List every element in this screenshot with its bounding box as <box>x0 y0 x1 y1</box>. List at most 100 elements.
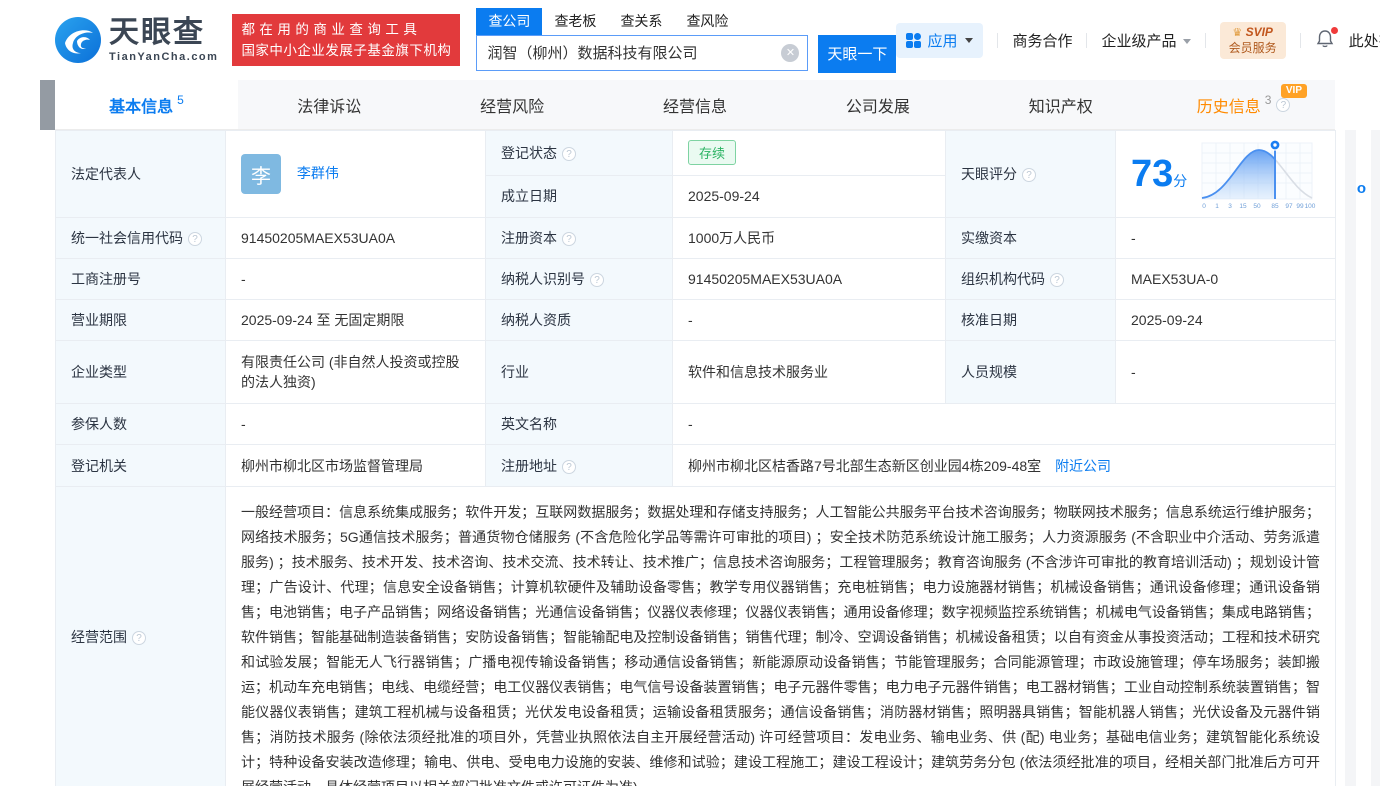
right-edge-widget <box>1345 130 1356 786</box>
tab-company-development[interactable]: 公司发展 <box>786 80 969 129</box>
company-type-cell: 有限责任公司 (非自然人投资或控股的法人独资) <box>226 341 486 404</box>
nearby-companies-link[interactable]: 附近公司 <box>1055 458 1111 474</box>
registered-capital-cell: 1000万人民币 <box>673 218 946 259</box>
svg-text:50: 50 <box>1254 203 1262 210</box>
svip-sublabel: 会员服务 <box>1229 41 1277 56</box>
help-icon[interactable]: ? <box>1050 273 1064 287</box>
tab-intellectual-property[interactable]: 知识产权 <box>969 80 1152 129</box>
organization-code-cell: MAEX53UA-0 <box>1116 259 1336 300</box>
help-icon[interactable]: ? <box>188 232 202 246</box>
tab-label: 经营信息 <box>663 93 727 117</box>
label-organization-code: 组织机构代码? <box>946 259 1116 300</box>
divider <box>1300 33 1301 48</box>
help-icon[interactable]: ? <box>1022 168 1036 182</box>
label-registered-capital: 注册资本? <box>486 218 673 259</box>
help-icon[interactable]: ? <box>590 273 604 287</box>
staff-size-cell: - <box>1116 341 1336 404</box>
floating-widget-badge[interactable]: o <box>1357 180 1366 197</box>
search-tab-relation[interactable]: 查关系 <box>608 8 674 35</box>
taxpayer-qualification-cell: - <box>673 300 946 341</box>
crown-icon: ♛ <box>1232 27 1242 39</box>
svg-text:0: 0 <box>1202 203 1206 210</box>
search-button[interactable]: 天眼一下 <box>818 35 896 73</box>
label-establish-date: 成立日期 <box>486 175 673 217</box>
registered-address-cell: 柳州市柳北区桔香路7号北部生态新区创业园4栋209-48室 附近公司 <box>673 445 1336 487</box>
nav-cooperation[interactable]: 商务合作 <box>1012 30 1072 51</box>
tab-label: 公司发展 <box>846 93 910 117</box>
right-edge-widget <box>1371 130 1380 786</box>
vip-badge: VIP <box>1281 84 1307 98</box>
label-taxpayer-qualification: 纳税人资质 <box>486 300 673 341</box>
nav-enterprise-products[interactable]: 企业级产品 <box>1101 30 1190 51</box>
svip-membership-button[interactable]: ♛ SVIP 会员服务 <box>1220 22 1286 59</box>
approval-date-cell: 2025-09-24 <box>1116 300 1336 341</box>
score-value: 73 <box>1131 153 1173 195</box>
divider <box>1086 33 1087 48</box>
logo-domain: TianYanCha.com <box>109 52 218 63</box>
user-menu[interactable]: 此处有… <box>1349 30 1380 51</box>
label-registered-address: 注册地址? <box>486 445 673 487</box>
label-approval-date: 核准日期 <box>946 300 1116 341</box>
score-distribution-chart: 0 1 3 15 50 85 97 99 100 <box>1199 137 1317 211</box>
label-tianyan-score: 天眼评分? <box>946 131 1116 218</box>
business-term-cell: 2025-09-24 至 无固定期限 <box>226 300 486 341</box>
tianyancha-logo[interactable]: 天眼查 TianYanCha.com <box>55 17 218 63</box>
search-area: 查公司 查老板 查关系 查风险 ✕ 天眼一下 <box>476 8 896 73</box>
header: 天眼查 TianYanCha.com 都在用的商业查询工具 国家中小企业发展子基… <box>0 0 1380 80</box>
label-paid-in-capital: 实缴资本 <box>946 218 1116 259</box>
tab-count: 5 <box>177 93 184 107</box>
company-tabbar: 基本信息 5 法律诉讼 经营风险 经营信息 公司发展 知识产权 VIP 历史信息… <box>55 80 1335 130</box>
svg-text:97: 97 <box>1286 203 1294 210</box>
help-icon[interactable]: ? <box>562 147 576 161</box>
label-business-scope: 经营范围? <box>56 487 226 786</box>
tab-history-info[interactable]: VIP 历史信息 3 ? <box>1152 80 1335 129</box>
search-tab-risk[interactable]: 查风险 <box>674 8 740 35</box>
paid-in-capital-cell: - <box>1116 218 1336 259</box>
help-icon[interactable]: ? <box>562 460 576 474</box>
clear-search-icon[interactable]: ✕ <box>781 44 799 62</box>
notifications-button[interactable] <box>1315 29 1335 52</box>
svip-label: SVIP <box>1246 25 1273 39</box>
label-credit-code: 统一社会信用代码? <box>56 218 226 259</box>
tab-operating-risk[interactable]: 经营风险 <box>421 80 604 129</box>
status-badge: 存续 <box>688 140 736 165</box>
company-info-table: 法定代表人 李 李群伟 登记状态? 存续 天眼评分? 73分 <box>55 130 1336 786</box>
tab-business-info[interactable]: 经营信息 <box>604 80 787 129</box>
search-tab-boss[interactable]: 查老板 <box>542 8 608 35</box>
label-industry: 行业 <box>486 341 673 404</box>
help-icon[interactable]: ? <box>562 232 576 246</box>
score-unit: 分 <box>1173 173 1187 189</box>
svg-text:100: 100 <box>1305 203 1316 210</box>
search-input[interactable] <box>476 35 808 71</box>
label-english-name: 英文名称 <box>486 404 673 445</box>
promo-banner: 都在用的商业查询工具 国家中小企业发展子基金旗下机构 <box>232 14 460 66</box>
tab-label: 法律诉讼 <box>297 93 361 117</box>
business-reg-number-cell: - <box>226 259 486 300</box>
tab-count: 3 <box>1265 93 1272 107</box>
avatar[interactable]: 李 <box>241 154 281 194</box>
svg-text:15: 15 <box>1240 203 1248 210</box>
tab-basic-info[interactable]: 基本信息 5 <box>55 80 238 129</box>
svg-text:85: 85 <box>1272 203 1280 210</box>
tianyancha-logo-icon <box>55 17 101 63</box>
help-icon[interactable]: ? <box>132 631 146 645</box>
svg-text:99: 99 <box>1297 203 1305 210</box>
logo-title: 天眼查 <box>109 18 218 48</box>
search-tab-company[interactable]: 查公司 <box>476 8 542 35</box>
apps-menu[interactable]: 应用 <box>896 23 983 58</box>
promo-line2: 国家中小企业发展子基金旗下机构 <box>241 40 451 61</box>
label-business-reg-number: 工商注册号 <box>56 259 226 300</box>
tab-legal-litigation[interactable]: 法律诉讼 <box>238 80 421 129</box>
registration-status-cell: 存续 <box>673 131 946 176</box>
tab-label: 经营风险 <box>480 93 544 117</box>
insured-staff-cell: - <box>226 404 486 445</box>
svg-text:1: 1 <box>1215 203 1219 210</box>
establish-date-cell: 2025-09-24 <box>673 175 946 217</box>
tianyan-score-cell[interactable]: 73分 <box>1116 131 1336 218</box>
help-icon[interactable]: ? <box>1276 98 1290 112</box>
label-legal-representative: 法定代表人 <box>56 131 226 218</box>
divider <box>1205 33 1206 48</box>
label-registration-authority: 登记机关 <box>56 445 226 487</box>
svg-text:3: 3 <box>1228 203 1232 210</box>
legal-representative-link[interactable]: 李群伟 <box>297 165 339 181</box>
